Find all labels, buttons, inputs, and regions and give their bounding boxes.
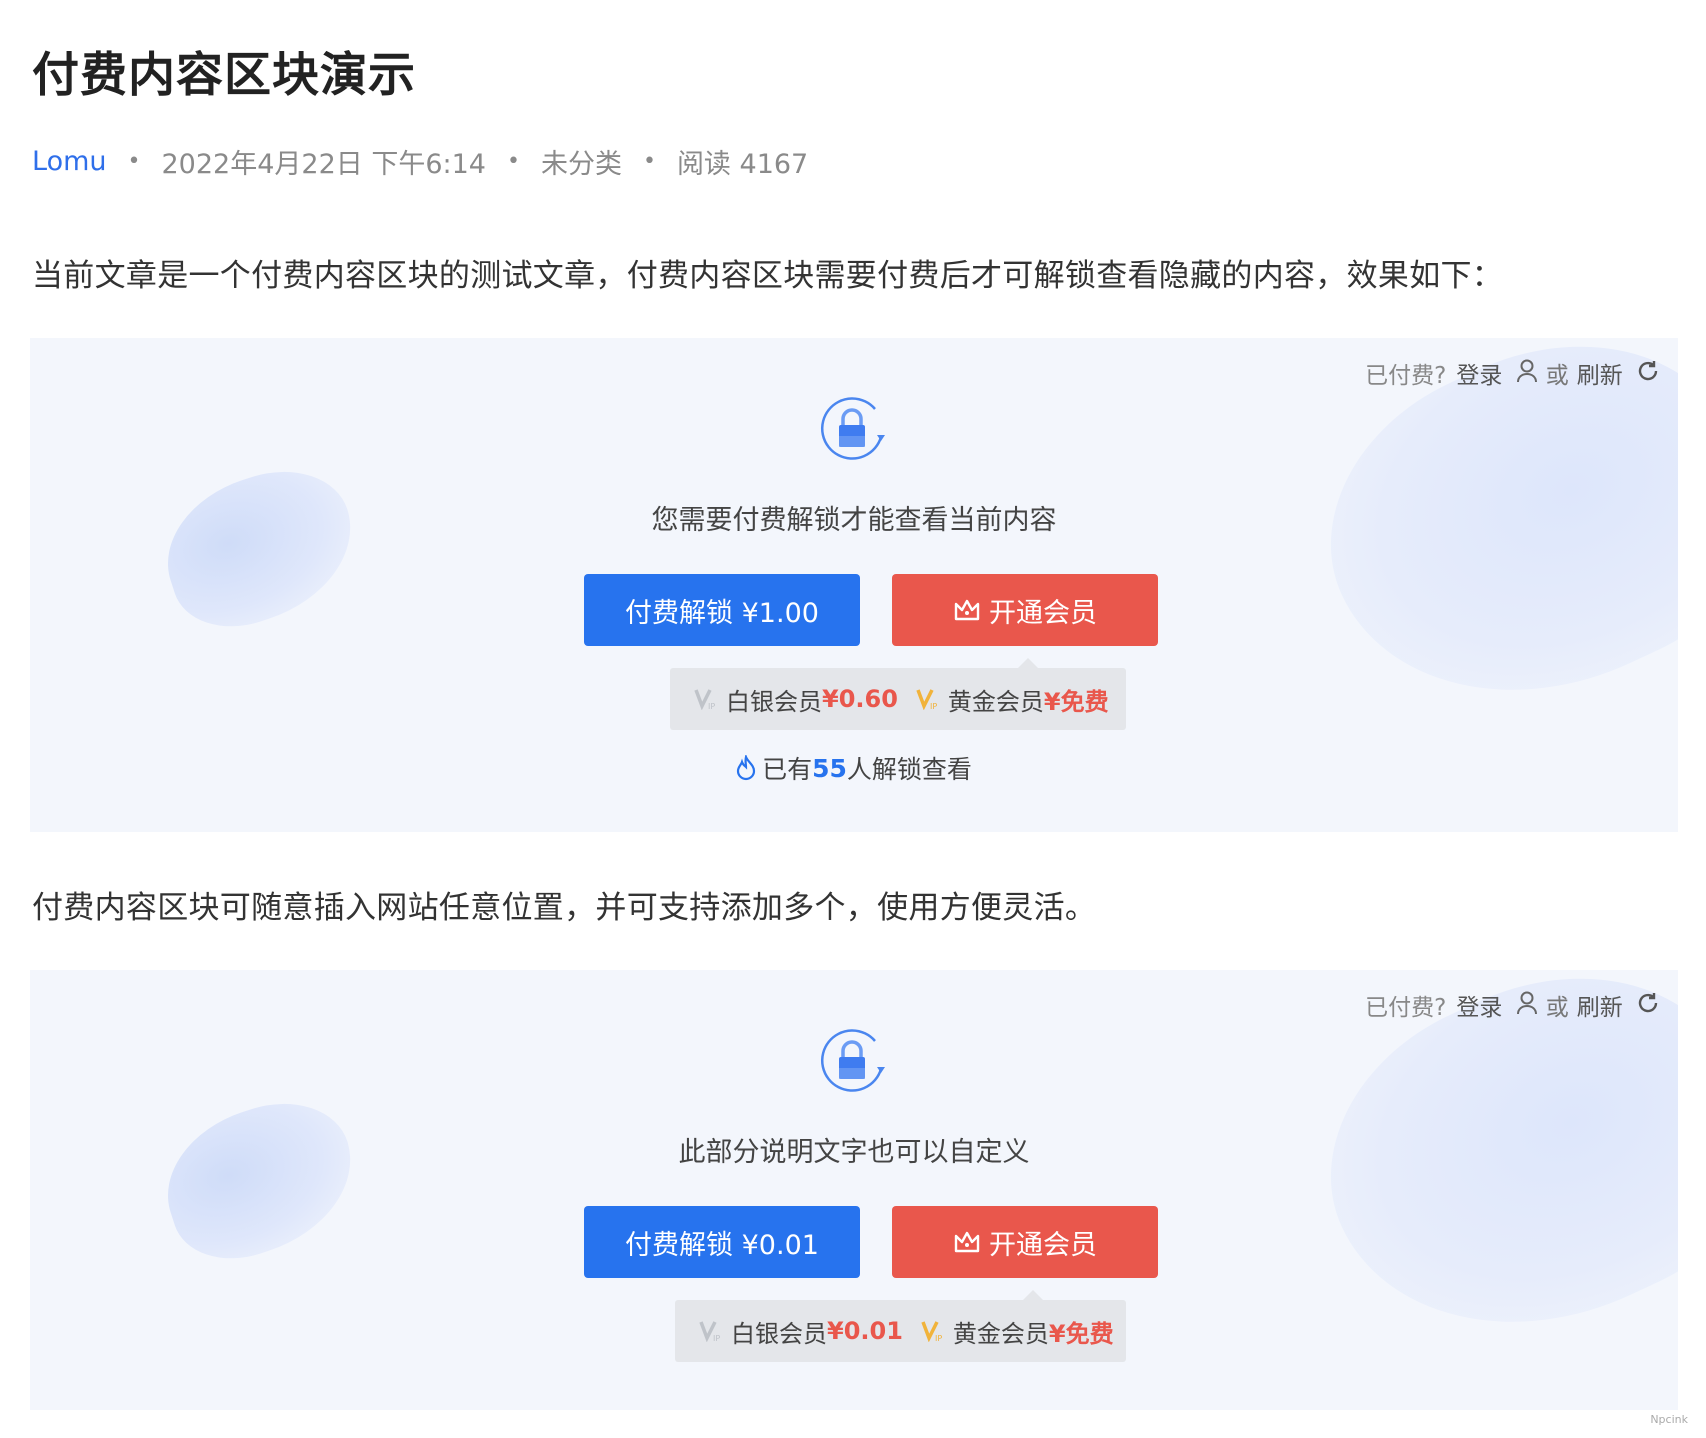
svg-text:IP: IP: [708, 702, 715, 710]
unlock-prefix: 已有: [762, 755, 813, 784]
post-title: 付费内容区块演示: [32, 48, 416, 103]
svg-text:IP: IP: [713, 1334, 720, 1342]
paid-prompt: 已付费?: [1365, 995, 1447, 1021]
pay-unlock-button[interactable]: 付费解锁 ¥0.01: [584, 1206, 860, 1278]
article-page: 付费内容区块演示 Lomu • 2022年4月22日 下午6:14 • 未分类 …: [0, 0, 1706, 1438]
lock-icon: [815, 391, 891, 471]
meta-separator: •: [127, 149, 141, 174]
silver-vip-icon: IP: [699, 1320, 723, 1342]
gold-vip-amount: ¥免费: [1048, 1319, 1114, 1348]
refresh-icon: [1636, 991, 1660, 1015]
open-vip-button[interactable]: 开通会员: [892, 574, 1158, 646]
gold-vip-label: 黄金会员: [947, 687, 1044, 716]
meta-separator: •: [506, 149, 520, 174]
svg-text:IP: IP: [935, 1334, 942, 1342]
unlock-number: 55: [812, 753, 847, 783]
decoration-blob: [1279, 970, 1678, 1394]
meta-separator: •: [642, 149, 656, 174]
crown-icon: [953, 598, 981, 622]
gold-vip-icon: IP: [916, 688, 940, 710]
post-meta: Lomu • 2022年4月22日 下午6:14 • 未分类 • 阅读 4167: [32, 142, 808, 181]
post-date: 2022年4月22日 下午6:14: [161, 149, 486, 180]
silver-vip-amount: ¥0.60: [822, 685, 898, 713]
pay-unlock-button[interactable]: 付费解锁 ¥1.00: [584, 574, 860, 646]
silver-vip-label: 白银会员: [731, 1319, 827, 1348]
vip-price-box: IP 白银会员 ¥0.60 IP 黄金会员 ¥免费: [670, 658, 1126, 730]
gold-vip-label: 黄金会员: [952, 1319, 1049, 1348]
open-vip-label: 开通会员: [989, 1229, 1097, 1261]
decoration-blob: [148, 1084, 372, 1276]
paid-prompt: 已付费?: [1365, 363, 1447, 389]
post-views: 阅读 4167: [676, 149, 809, 180]
refresh-label: 刷新: [1576, 363, 1623, 389]
silver-vip-price: IP 白银会员 ¥0.60: [694, 682, 898, 717]
watermark: Npcink: [1650, 1413, 1688, 1426]
open-vip-label: 开通会员: [989, 597, 1097, 629]
svg-text:IP: IP: [930, 702, 937, 710]
silver-vip-label: 白银会员: [726, 687, 822, 716]
login-link[interactable]: 登录: [1456, 988, 1537, 1022]
unlock-suffix: 人解锁查看: [846, 755, 972, 784]
refresh-icon: [1636, 359, 1660, 383]
intro-paragraph: 当前文章是一个付费内容区块的测试文章，付费内容区块需要付费后才可解锁查看隐藏的内…: [32, 258, 1504, 294]
open-vip-button[interactable]: 开通会员: [892, 1206, 1158, 1278]
login-label: 登录: [1456, 995, 1503, 1021]
login-link[interactable]: 登录: [1456, 356, 1537, 390]
vip-price-box: IP 白银会员 ¥0.01 IP 黄金会员 ¥免费: [675, 1290, 1126, 1362]
or-label: 或: [1545, 995, 1569, 1021]
paywall-block: 已付费? 登录 或 刷新: [30, 970, 1678, 1410]
user-icon: [1516, 991, 1538, 1015]
refresh-label: 刷新: [1576, 995, 1623, 1021]
gold-vip-amount: ¥免费: [1043, 687, 1109, 716]
gold-vip-icon: IP: [921, 1320, 945, 1342]
refresh-link[interactable]: 刷新: [1577, 988, 1660, 1022]
gold-vip-price: IP 黄金会员 ¥免费: [921, 1314, 1114, 1349]
middle-paragraph: 付费内容区块可随意插入网站任意位置，并可支持添加多个，使用方便灵活。: [32, 890, 1097, 926]
silver-vip-icon: IP: [694, 688, 718, 710]
paywall-tip: 此部分说明文字也可以自定义: [678, 1137, 1030, 1168]
user-icon: [1516, 359, 1538, 383]
paid-login-refresh: 已付费? 登录 或 刷新: [1365, 356, 1660, 390]
decoration-blob: [1279, 338, 1678, 762]
decoration-blob: [148, 452, 372, 644]
flame-icon: [736, 755, 756, 781]
or-label: 或: [1545, 363, 1569, 389]
refresh-link[interactable]: 刷新: [1577, 356, 1660, 390]
post-category[interactable]: 未分类: [541, 142, 622, 181]
paywall-block: 已付费? 登录 或 刷新: [30, 338, 1678, 832]
author-link[interactable]: Lomu: [32, 146, 107, 177]
paywall-tip: 您需要付费解锁才能查看当前内容: [651, 505, 1057, 536]
gold-vip-price: IP 黄金会员 ¥免费: [916, 682, 1109, 717]
paid-login-refresh: 已付费? 登录 或 刷新: [1365, 988, 1660, 1022]
silver-vip-price: IP 白银会员 ¥0.01: [699, 1314, 903, 1349]
login-label: 登录: [1456, 363, 1503, 389]
crown-icon: [953, 1230, 981, 1254]
lock-icon: [815, 1023, 891, 1103]
unlock-count: 已有 55 人解锁查看: [30, 750, 1678, 786]
silver-vip-amount: ¥0.01: [827, 1317, 903, 1345]
